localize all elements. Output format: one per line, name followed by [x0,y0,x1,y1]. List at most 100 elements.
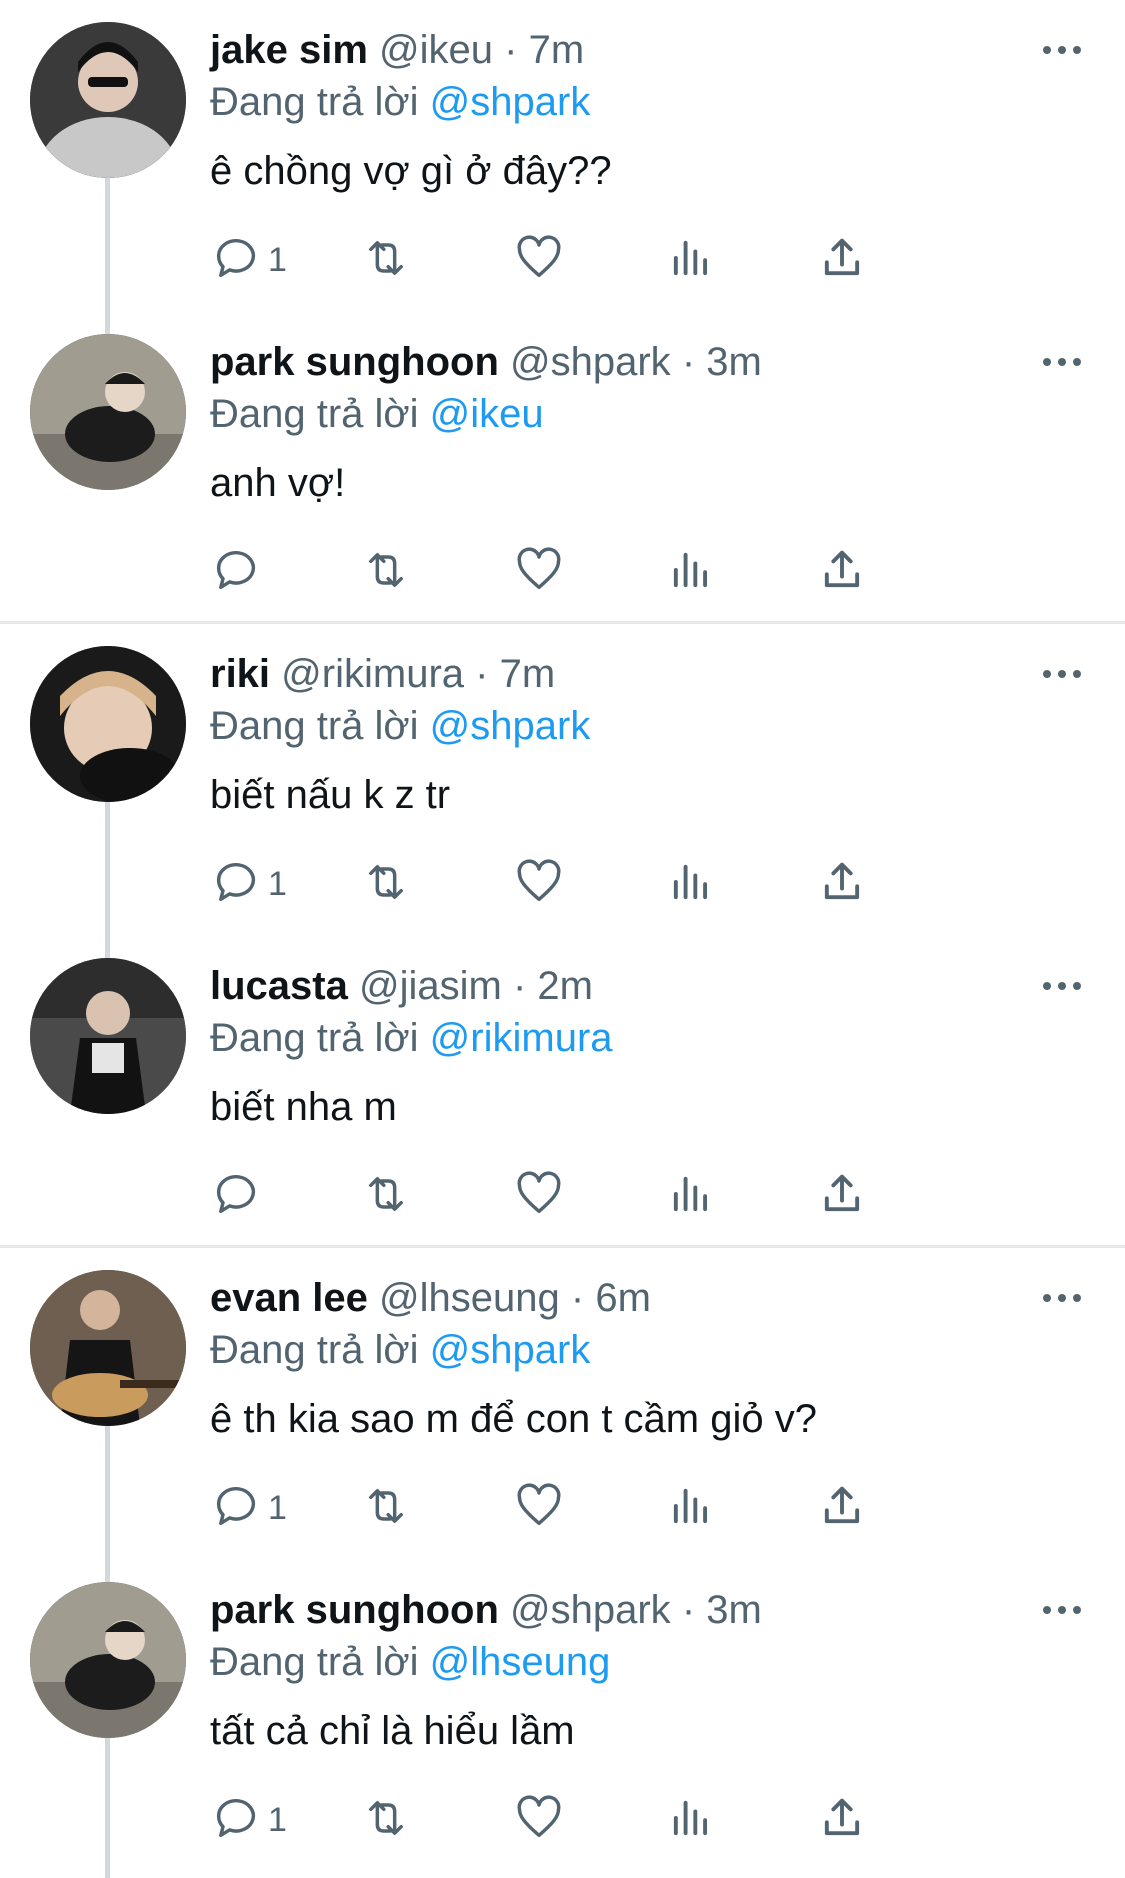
avatar[interactable] [30,1270,186,1426]
like-button[interactable] [513,544,565,600]
reply-button[interactable] [210,544,268,600]
avatar[interactable] [30,958,186,1114]
share-icon [816,856,868,913]
mention-link[interactable]: @lhseung [430,1640,611,1684]
views-button[interactable] [665,1792,717,1848]
share-icon [816,1480,868,1537]
replying-to-label: Đang trả lời [210,392,419,436]
tweet-text: biết nấu k z tr [210,773,451,817]
tweet[interactable]: jake sim @ikeu · 7m Đang trả lời @shpark… [0,0,1125,334]
retweet-button[interactable] [360,232,412,288]
handle[interactable]: @shpark [510,340,671,384]
retweet-icon [360,856,412,913]
timestamp[interactable]: 7m [529,28,585,72]
display-name[interactable]: evan lee [210,1276,368,1320]
share-button[interactable] [816,1480,868,1536]
handle[interactable]: @lhseung [379,1276,560,1320]
reply-icon [210,1792,262,1849]
heart-icon [513,1480,565,1537]
display-name[interactable]: park sunghoon [210,1588,499,1632]
views-button[interactable] [665,856,717,912]
retweet-button[interactable] [360,856,412,912]
reply-count: 1 [268,1488,287,1527]
more-icon[interactable] [1040,1276,1084,1320]
share-button[interactable] [816,544,868,600]
avatar[interactable] [30,334,186,490]
tweet[interactable]: evan lee @lhseung · 6m Đang trả lời @shp… [0,1248,1125,1582]
tweet-header: riki @rikimura · 7m [210,648,555,700]
display-name[interactable]: park sunghoon [210,340,499,384]
more-icon[interactable] [1040,964,1084,1008]
tweet-header: lucasta @jiasim · 2m [210,960,593,1012]
like-button[interactable] [513,1792,565,1848]
mention-link[interactable]: @shpark [430,80,591,124]
handle[interactable]: @ikeu [379,28,493,72]
tweet[interactable]: riki @rikimura · 7m Đang trả lời @shpark… [0,624,1125,958]
more-icon[interactable] [1040,1588,1084,1632]
separator-dot: · [570,1276,585,1320]
reply-icon [210,1168,262,1225]
retweet-button[interactable] [360,1168,412,1224]
reply-button[interactable]: 1 [210,856,287,912]
action-bar: 1 [210,232,1010,288]
mention-link[interactable]: @shpark [430,704,591,748]
display-name[interactable]: lucasta [210,964,348,1008]
reply-button[interactable] [210,1168,268,1224]
like-button[interactable] [513,1168,565,1224]
timestamp[interactable]: 3m [706,340,762,384]
mention-link[interactable]: @rikimura [430,1016,613,1060]
timestamp[interactable]: 3m [706,1588,762,1632]
retweet-button[interactable] [360,1480,412,1536]
tweet-header: park sunghoon @shpark · 3m [210,336,762,388]
views-icon [665,1792,717,1849]
replying-to-label: Đang trả lời [210,1328,419,1372]
timestamp[interactable]: 2m [537,964,593,1008]
like-button[interactable] [513,1480,565,1536]
share-button[interactable] [816,1792,868,1848]
replying-to: Đang trả lời @shpark [210,76,590,128]
more-icon[interactable] [1040,652,1084,696]
handle[interactable]: @jiasim [359,964,502,1008]
mention-link[interactable]: @ikeu [430,392,544,436]
action-bar: 1 [210,1792,1010,1848]
handle[interactable]: @shpark [510,1588,671,1632]
views-button[interactable] [665,232,717,288]
like-button[interactable] [513,232,565,288]
handle[interactable]: @rikimura [281,652,464,696]
replying-to: Đang trả lời @ikeu [210,388,544,440]
timestamp[interactable]: 7m [500,652,556,696]
like-button[interactable] [513,856,565,912]
action-bar: 1 [210,1480,1010,1536]
more-icon[interactable] [1040,340,1084,384]
avatar[interactable] [30,22,186,178]
tweet[interactable]: lucasta @jiasim · 2m Đang trả lời @rikim… [0,936,1125,1248]
views-button[interactable] [665,1480,717,1536]
retweet-button[interactable] [360,544,412,600]
tweet[interactable]: park sunghoon @shpark · 3m Đang trả lời … [0,312,1125,624]
reply-button[interactable]: 1 [210,232,287,288]
mention-link[interactable]: @shpark [430,1328,591,1372]
reply-icon [210,232,262,289]
reply-button[interactable]: 1 [210,1480,287,1536]
timestamp[interactable]: 6m [595,1276,651,1320]
more-icon[interactable] [1040,28,1084,72]
share-button[interactable] [816,1168,868,1224]
share-icon [816,544,868,601]
tweet[interactable]: park sunghoon @shpark · 3m Đang trả lời … [0,1560,1125,1878]
reply-button[interactable]: 1 [210,1792,287,1848]
views-button[interactable] [665,1168,717,1224]
thread-line [105,1426,110,1582]
share-button[interactable] [816,232,868,288]
tweet-text: tất cả chỉ là hiểu lầm [210,1709,575,1753]
replying-to: Đang trả lời @shpark [210,1324,590,1376]
retweet-button[interactable] [360,1792,412,1848]
action-bar [210,1168,1010,1224]
views-icon [665,1480,717,1537]
display-name[interactable]: jake sim [210,28,368,72]
views-button[interactable] [665,544,717,600]
avatar[interactable] [30,1582,186,1738]
display-name[interactable]: riki [210,652,270,696]
tweet-text: ê th kia sao m để con t cầm giỏ v? [210,1397,817,1441]
share-button[interactable] [816,856,868,912]
avatar[interactable] [30,646,186,802]
